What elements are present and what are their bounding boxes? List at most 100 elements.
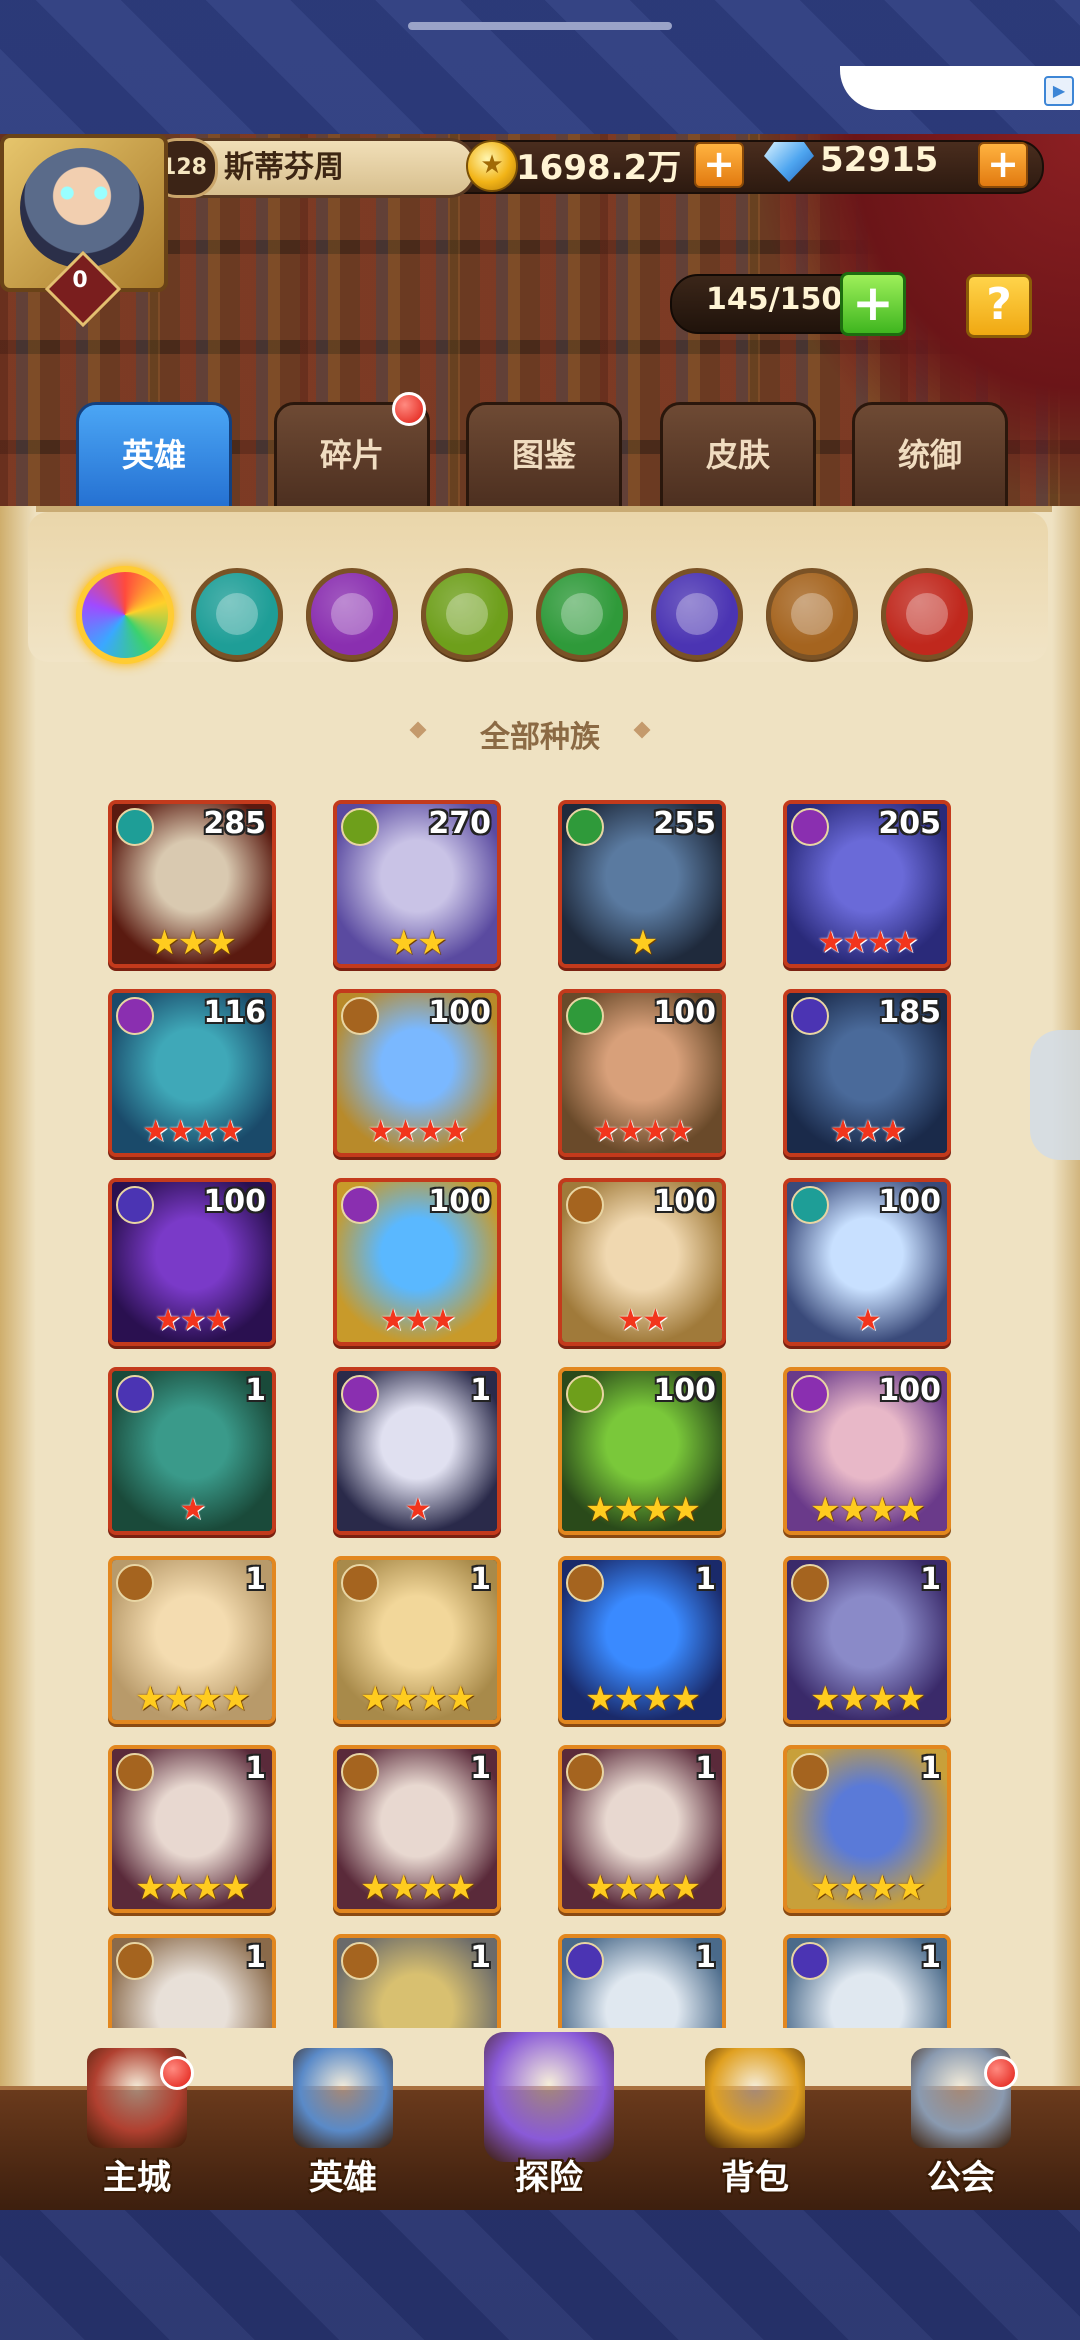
hero-star-rating: ★★★★ — [810, 1679, 926, 1719]
hero-card[interactable]: 255 ★ — [558, 800, 726, 968]
player-name: 斯蒂芬周 — [224, 150, 344, 185]
light-icon — [791, 593, 833, 635]
hero-level: 1 — [470, 1562, 491, 1597]
hero-level: 1 — [470, 1373, 491, 1408]
hero-card[interactable]: 1 — [108, 1934, 276, 2028]
shadow-icon — [216, 593, 258, 635]
hero-star-rating: ★★★★ — [135, 1868, 251, 1908]
hero-level: 205 — [878, 806, 941, 841]
tab-skins[interactable]: 皮肤 — [660, 402, 816, 518]
hero-level: 1 — [695, 1940, 716, 1975]
hero-star-rating: ★ — [854, 1303, 882, 1338]
nav-backpack[interactable]: 背包 — [660, 2040, 850, 2200]
hero-card[interactable]: 100 ★★★ — [333, 1178, 501, 1346]
expand-capacity-button[interactable]: + — [840, 272, 906, 336]
hero-star-rating: ★★★ — [154, 1303, 232, 1338]
hero-card[interactable]: 1 ★★★★ — [558, 1556, 726, 1724]
race-filter-shadow[interactable] — [191, 568, 283, 660]
side-scroll-arrow[interactable] — [1030, 1030, 1080, 1160]
race-filter-dark[interactable] — [881, 568, 973, 660]
hero-level: 1 — [470, 1751, 491, 1786]
hero-star-rating: ★★★★ — [592, 1114, 694, 1149]
hero-level: 100 — [878, 1184, 941, 1219]
hero-grid: 285 ★★★ 270 ★★ 255 ★ 205 ★★★★ 116 ★★★★ 100 ★★★★ 100 ★… — [100, 792, 960, 2028]
hero-card[interactable]: 205 ★★★★ — [783, 800, 951, 968]
hero-card[interactable]: 285 ★★★ — [108, 800, 276, 968]
hero-level: 1 — [245, 1940, 266, 1975]
hero-star-rating: ★★★★ — [810, 1868, 926, 1908]
hero-card[interactable]: 1 — [558, 1934, 726, 2028]
hero-card[interactable]: 1 ★★★★ — [108, 1745, 276, 1913]
hero-card[interactable]: 100 ★★★★ — [558, 1367, 726, 1535]
hero-star-rating: ★★★ — [829, 1114, 907, 1149]
hero-level: 100 — [428, 1184, 491, 1219]
race-filter-fortress[interactable] — [306, 568, 398, 660]
hero-card[interactable]: 100 ★ — [783, 1178, 951, 1346]
race-filter-abyss[interactable] — [651, 568, 743, 660]
add-gems-button[interactable]: + — [978, 142, 1028, 188]
hero-star-rating: ★★★★ — [135, 1679, 251, 1719]
ad-banner[interactable]: ▶ — [840, 66, 1080, 110]
nav-label: 英雄 — [309, 2158, 377, 2198]
hero-card[interactable]: 185 ★★★ — [783, 989, 951, 1157]
hero-card[interactable]: 270 ★★ — [333, 800, 501, 968]
nav-main-city[interactable]: 主城 — [42, 2040, 232, 2200]
hero-level: 185 — [878, 995, 941, 1030]
gold-coin-icon: ★ — [466, 140, 518, 192]
nav-guild[interactable]: 公会 — [866, 2040, 1056, 2200]
nav-adventure[interactable]: 探险 — [454, 2032, 644, 2200]
hero-race-icon — [116, 997, 154, 1035]
nav-label: 公会 — [927, 2158, 995, 2198]
hero-card[interactable]: 116 ★★★★ — [108, 989, 276, 1157]
hero-card[interactable]: 1 ★★★★ — [783, 1556, 951, 1724]
hero-race-icon — [341, 997, 379, 1035]
hero-card[interactable]: 100 ★★★★ — [783, 1367, 951, 1535]
help-button[interactable]: ? — [966, 274, 1032, 338]
hero-star-rating: ★ — [404, 1492, 432, 1527]
hero-star-rating: ★★★★ — [142, 1114, 244, 1149]
hero-card[interactable]: 1 — [333, 1934, 501, 2028]
hero-race-icon — [566, 1186, 604, 1224]
hero-race-icon — [566, 1942, 604, 1980]
hero-card[interactable]: 1 ★ — [108, 1367, 276, 1535]
dark-icon — [906, 593, 948, 635]
hero-card[interactable]: 1 ★ — [333, 1367, 501, 1535]
hero-card[interactable]: 1 ★★★★ — [108, 1556, 276, 1724]
nav-heroes[interactable]: 英雄 — [248, 2040, 438, 2200]
hero-card[interactable]: 1 ★★★★ — [558, 1745, 726, 1913]
backpack-icon — [705, 2048, 805, 2148]
hero-star-rating: ★★★★ — [585, 1679, 701, 1719]
race-filter-forest-leaf[interactable] — [536, 568, 628, 660]
hero-level: 1 — [695, 1751, 716, 1786]
hero-race-icon — [791, 808, 829, 846]
hero-card[interactable]: 100 ★★★★ — [558, 989, 726, 1157]
hero-level: 1 — [695, 1562, 716, 1597]
race-filter-label: 全部种族 — [480, 720, 600, 755]
race-filter-light[interactable] — [766, 568, 858, 660]
hero-card[interactable]: 1 — [783, 1934, 951, 2028]
hero-race-icon — [116, 1753, 154, 1791]
hero-card[interactable]: 1 ★★★★ — [333, 1556, 501, 1724]
race-filter-forest-eye[interactable] — [421, 568, 513, 660]
hero-card[interactable]: 100 ★★★★ — [333, 989, 501, 1157]
hero-card[interactable]: 1 ★★★★ — [333, 1745, 501, 1913]
hero-race-icon — [566, 1753, 604, 1791]
hero-level: 1 — [470, 1940, 491, 1975]
tab-command[interactable]: 统御 — [852, 402, 1008, 518]
hero-level: 270 — [428, 806, 491, 841]
hero-card[interactable]: 1 ★★★★ — [783, 1745, 951, 1913]
hero-star-rating: ★★ — [617, 1303, 669, 1338]
ad-play-icon[interactable]: ▶ — [1044, 76, 1074, 106]
race-filter-all-races[interactable] — [76, 566, 174, 664]
hero-level: 100 — [653, 1373, 716, 1408]
add-gold-button[interactable]: + — [694, 142, 744, 188]
hero-race-icon — [116, 1564, 154, 1602]
hero-card[interactable]: 100 ★★★ — [108, 1178, 276, 1346]
book-edge — [1052, 506, 1080, 2086]
fortress-icon — [331, 593, 373, 635]
hero-card[interactable]: 100 ★★ — [558, 1178, 726, 1346]
hero-race-icon — [116, 1375, 154, 1413]
tab-codex[interactable]: 图鉴 — [466, 402, 622, 518]
hero-race-icon — [566, 1564, 604, 1602]
hero-race-icon — [791, 1942, 829, 1980]
